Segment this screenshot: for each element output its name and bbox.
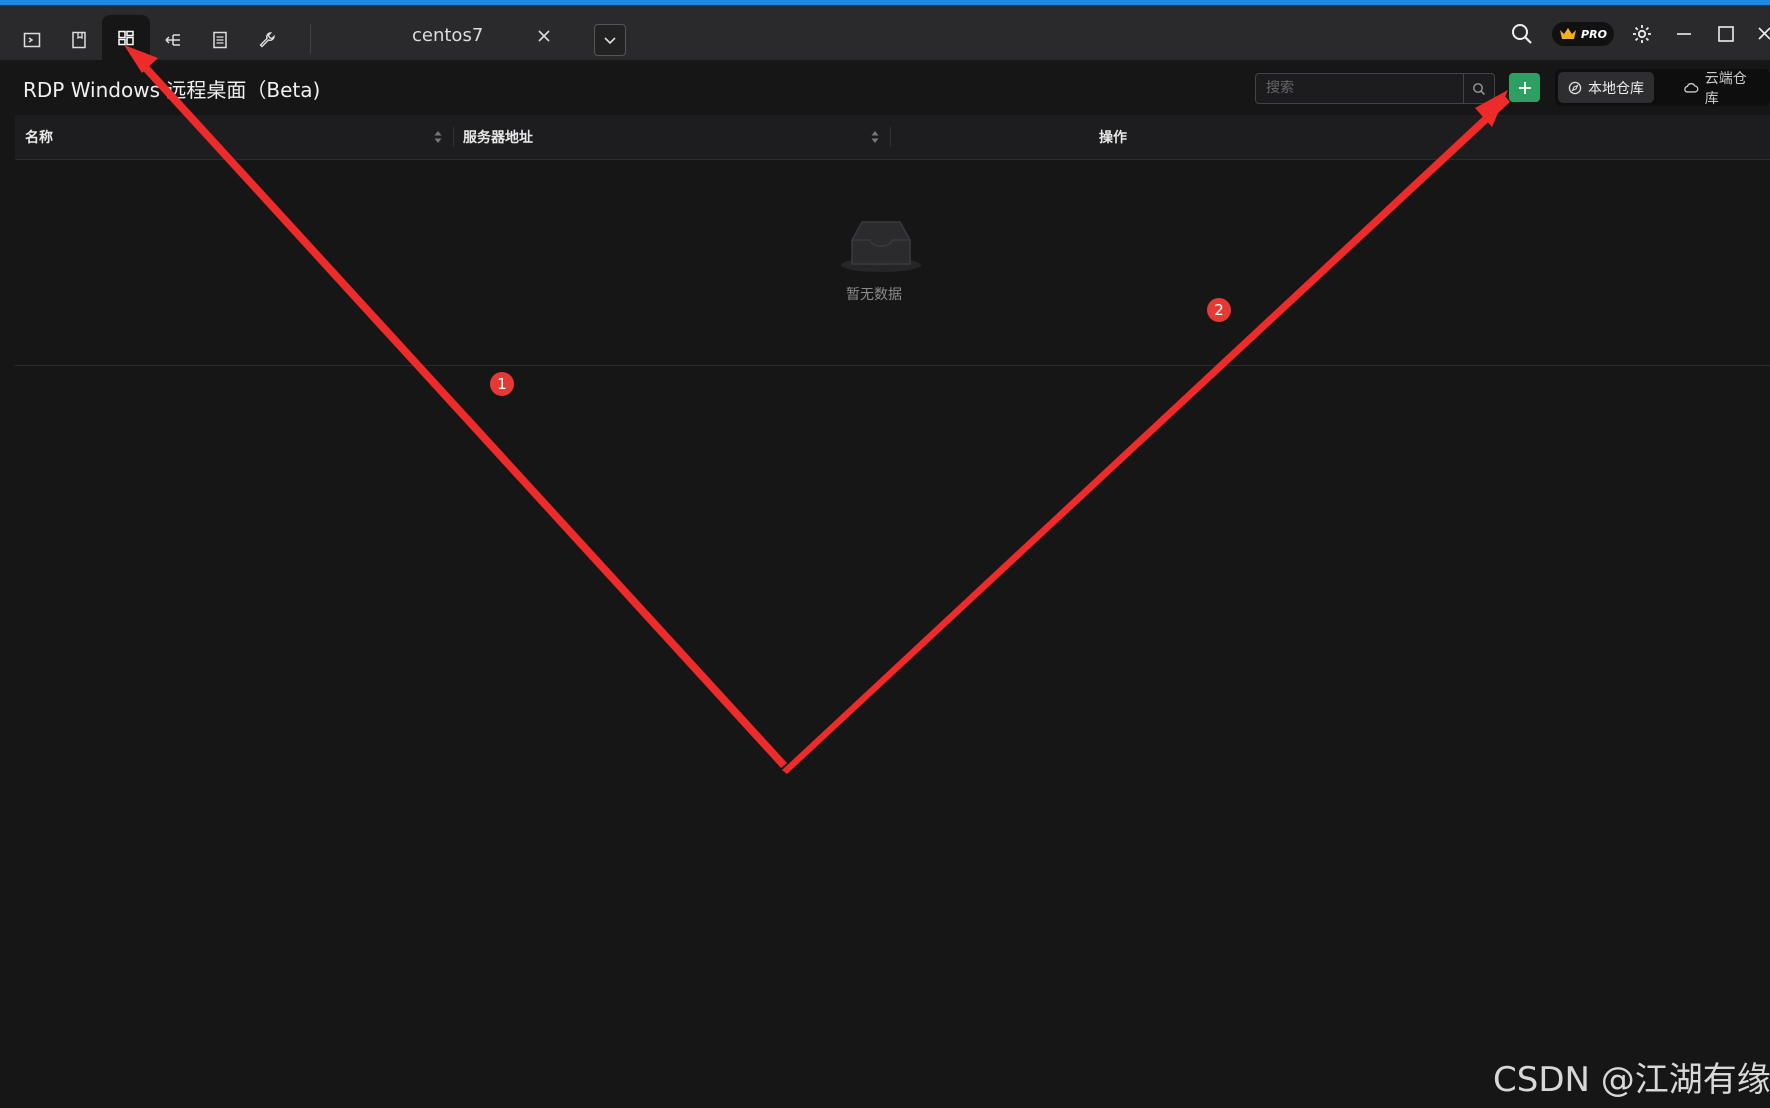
chevron-down-icon [604, 37, 616, 45]
toolbar-separator [310, 24, 311, 54]
close-icon[interactable] [534, 26, 554, 46]
tunnel-icon[interactable] [149, 15, 197, 65]
minimize-icon[interactable] [1672, 22, 1696, 46]
column-header-actions: 操作 [1099, 130, 1127, 146]
maximize-icon[interactable] [1714, 22, 1738, 46]
search-icon[interactable] [1510, 22, 1534, 46]
tab-label: centos7 [412, 25, 484, 46]
cloud-repo-tab[interactable]: 云端仓库 [1673, 71, 1770, 107]
table-bottom-divider [15, 365, 1770, 366]
watermark: CSDN @江湖有缘 [1493, 1060, 1770, 1100]
empty-state-text: 暂无数据 [846, 287, 902, 303]
cloud-icon [1684, 82, 1699, 93]
sort-icon[interactable] [870, 129, 880, 145]
pro-badge[interactable]: PRO [1552, 22, 1614, 46]
terminal-icon[interactable] [8, 15, 56, 65]
list-icon[interactable] [196, 15, 244, 65]
annotation-arrows [124, 45, 1510, 774]
close-window-icon[interactable] [1754, 22, 1770, 46]
add-connection-button[interactable] [1509, 73, 1540, 102]
search-button[interactable] [1463, 74, 1494, 103]
gear-icon[interactable] [1630, 22, 1654, 46]
sort-icon[interactable] [433, 129, 443, 145]
pro-label: PRO [1581, 27, 1607, 41]
file-icon[interactable] [55, 15, 103, 65]
local-repo-tab[interactable]: 本地仓库 [1558, 72, 1654, 103]
cloud-repo-label: 云端仓库 [1704, 70, 1747, 107]
search-icon [1473, 82, 1486, 95]
column-divider [890, 127, 891, 147]
tab-dropdown-button[interactable] [594, 24, 626, 56]
column-divider [453, 127, 454, 147]
compass-icon [1568, 81, 1582, 94]
plus-icon [1518, 81, 1531, 94]
annotation-badge-1: 1 [490, 372, 514, 396]
search-input[interactable] [1256, 74, 1476, 101]
wrench-icon[interactable] [243, 15, 291, 65]
local-repo-label: 本地仓库 [1588, 80, 1644, 97]
rdp-grid-icon[interactable] [102, 15, 150, 60]
tab-centos7[interactable]: centos7 [312, 12, 576, 60]
search-box [1255, 73, 1495, 104]
page-title: RDP Windows 远程桌面（Beta) [23, 78, 321, 102]
repository-switch: 本地仓库 云端仓库 [1555, 69, 1770, 107]
column-header-name[interactable]: 名称 [25, 115, 53, 159]
empty-inbox-icon [841, 221, 921, 272]
crown-icon [1560, 28, 1577, 39]
column-header-server[interactable]: 服务器地址 [463, 115, 533, 159]
annotation-arrow-2 [782, 90, 1510, 774]
annotation-badge-2: 2 [1207, 298, 1231, 322]
table-header: 名称 服务器地址 操作 [15, 115, 1770, 160]
